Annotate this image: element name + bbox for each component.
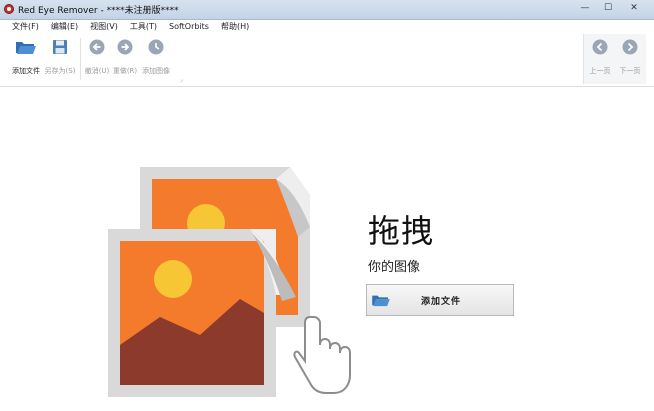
add-file-button-label: 添加文件 [420, 296, 461, 307]
folder-open-icon [371, 293, 393, 307]
front-photo-icon [108, 229, 296, 397]
add-image-button[interactable]: 添加图像 [137, 38, 175, 76]
next-page-label: 下一页 [619, 67, 641, 75]
add-file-tool-button[interactable]: 添加文件 [7, 38, 45, 76]
window-controls: — ☐ ✕ [573, 1, 648, 15]
save-as-label: 另存为(S) [44, 67, 76, 75]
window-title: Red Eye Remover - ****未注册版**** [18, 6, 179, 16]
prev-page-label: 上一页 [589, 67, 611, 75]
title-bar: Red Eye Remover - ****未注册版**** — ☐ ✕ [0, 0, 654, 20]
save-as-button[interactable]: 另存为(S) [41, 38, 79, 76]
menu-softorbits[interactable]: SoftOrbits [169, 20, 209, 34]
close-button[interactable]: ✕ [620, 1, 648, 15]
toolbar: 添加文件 另存为(S) 撤消(U) 重做(R) 添加图像 ⌟ 上一页 下一页 [0, 34, 654, 87]
red-eye-app-icon [4, 4, 14, 14]
menu-tools[interactable]: 工具(T) [130, 20, 157, 34]
hand-cursor-icon [293, 316, 351, 394]
add-file-tool-label: 添加文件 [12, 67, 40, 75]
menu-edit[interactable]: 编辑(E) [51, 20, 78, 34]
maximize-button[interactable]: ☐ [597, 1, 619, 15]
menu-bar: 文件(F) 编辑(E) 视图(V) 工具(T) SoftOrbits 帮助(H) [0, 20, 654, 34]
add-image-label: 添加图像 [142, 67, 170, 75]
group-expand-icon[interactable]: ⌟ [180, 77, 184, 83]
left-arrow-icon [586, 38, 614, 56]
menu-view[interactable]: 视图(V) [90, 20, 118, 34]
minimize-button[interactable]: — [574, 1, 596, 15]
prev-page-button[interactable]: 上一页 [586, 38, 614, 76]
right-arrow-icon [616, 38, 644, 56]
floppy-disk-icon [41, 38, 79, 56]
drag-heading: 拖拽 [368, 212, 435, 250]
page-navigation-group: 上一页 下一页 [583, 34, 646, 84]
drag-subheading: 你的图像 [368, 260, 421, 275]
next-page-button[interactable]: 下一页 [616, 38, 644, 76]
menu-file[interactable]: 文件(F) [12, 20, 39, 34]
folder-open-icon [7, 38, 45, 56]
clock-history-icon [137, 38, 175, 56]
menu-help[interactable]: 帮助(H) [221, 20, 249, 34]
add-file-button[interactable]: 添加文件 [366, 284, 514, 316]
drop-zone[interactable] [0, 87, 654, 407]
drag-images-illustration [100, 167, 360, 411]
